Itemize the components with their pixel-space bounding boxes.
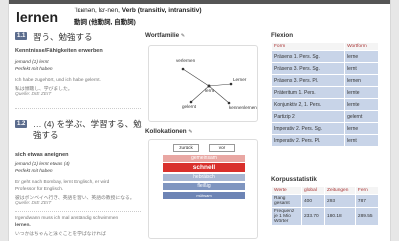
- stat-value: 787: [354, 194, 380, 208]
- wordform-cell: lernte: [344, 98, 379, 111]
- grammar-pattern: jemand (1) lernt etwas (4): [15, 162, 70, 167]
- wordform-cell: lernen: [344, 74, 379, 87]
- wordform-cell: lernt: [344, 62, 379, 75]
- column-header: Wortform: [344, 42, 379, 51]
- table-row: Präteritum 1. Pers. lernte: [270, 86, 379, 99]
- node-gelernt[interactable]: gelernt: [182, 104, 196, 109]
- grammar-perfect: Perfekt mit haben: [15, 67, 53, 72]
- table-row: Präsens 3. Pers. Sg. lernt: [270, 62, 379, 75]
- form-cell: Präsens 3. Pers. Sg.: [270, 62, 346, 75]
- back-button[interactable]: zurück: [173, 144, 199, 152]
- part-of-speech-jp: 動詞 (他動詞, 自動詞): [74, 19, 136, 26]
- collocation-bar[interactable]: gemeinsam: [163, 155, 245, 162]
- form-cell: Imperativ 2. Pers. Pl.: [270, 134, 346, 147]
- node-lernt[interactable]: lernt: [205, 88, 214, 93]
- table-row: Imperativ 2. Pers. Sg. lerne: [270, 122, 379, 135]
- corpus-statistics-table: Werte global Zeitungen Fern Rang gesamt …: [271, 186, 380, 226]
- form-cell: Konjunktiv 2, 1. Pers.: [270, 98, 346, 111]
- edit-icon[interactable]: ✎: [181, 33, 185, 39]
- example-source: Quelle: DIE ZEIT: [15, 201, 52, 206]
- table-row: Imperativ 2. Pers. Pl. lernt: [270, 134, 379, 147]
- wordform-cell: lernte: [344, 86, 379, 99]
- sense-definition: sich etwas aneignen: [15, 152, 69, 158]
- node-verlernen[interactable]: verlernen: [176, 58, 195, 63]
- table-row: Präsens 1. Pers. Sg. lerne: [270, 50, 379, 63]
- extra-example-de: Irgendwann muss ich mal anständig schwim…: [15, 216, 119, 221]
- wordform-cell: gelernt: [344, 110, 379, 123]
- table-row: Partizip 2 gelernt: [270, 110, 379, 123]
- edit-icon[interactable]: ✎: [188, 129, 192, 135]
- table-row: Frequenz je 1 Mio Wörter 233.70 180.18 2…: [271, 207, 380, 226]
- stat-label: Rang gesamt: [271, 194, 302, 208]
- extra-example-jp: いつかはちゃんと泳ぐことを学ばなければ: [15, 232, 106, 237]
- extra-example-de-2: lernen.: [15, 223, 31, 228]
- word-family-edges: [181, 67, 233, 105]
- example-jp: 彼はボンベイへ行き、英語を習い、英語の教授になる。: [15, 196, 135, 201]
- wortfamilie-title: Wortfamilie ✎: [145, 32, 185, 39]
- example-de-line1: Er geht nach Bombay, lernt Englisch, er …: [15, 180, 110, 185]
- collocation-bar[interactable]: hebräisch: [163, 174, 245, 181]
- example-source: Quelle: DIE ZEIT: [15, 92, 52, 97]
- collocation-widget: zurück vor gemeinsam schnell hebräisch f…: [148, 139, 258, 239]
- pronunciation: ˈlɛʁnən, lɛr-nen,: [74, 7, 120, 14]
- kollokationen-label: Kollokationen: [145, 128, 187, 135]
- sense-number: 1.1: [15, 32, 28, 40]
- table-row: Präsens 3. Pers. Pl. lernen: [270, 74, 379, 87]
- korpus-title: Korpusstatistik: [271, 176, 317, 183]
- wordform-cell: lernt: [344, 134, 379, 147]
- column-header: Form: [270, 42, 346, 51]
- forward-button[interactable]: vor: [209, 144, 235, 152]
- wordform-cell: lerne: [344, 50, 379, 63]
- grammar-pattern: jemand (1) lernt: [15, 60, 49, 65]
- table-row: Konjunktiv 2, 1. Pers. lernte: [270, 98, 379, 111]
- column-header: global: [300, 186, 326, 195]
- stat-value: 400: [300, 194, 326, 208]
- inflection-table: Form Wortform Präsens 1. Pers. Sg. lerne …: [270, 42, 379, 147]
- stat-value: 289.55: [354, 207, 380, 226]
- form-cell: Präsens 1. Pers. Sg.: [270, 50, 346, 63]
- form-cell: Präteritum 1. Pers.: [270, 86, 346, 99]
- example-de-line2: Professor für Englisch.: [15, 187, 64, 192]
- form-cell: Imperativ 2. Pers. Sg.: [270, 122, 346, 135]
- form-cell: Partizip 2: [270, 110, 346, 123]
- table-row: Rang gesamt 400 293 787: [271, 194, 380, 208]
- form-cell: Präsens 3. Pers. Pl.: [270, 74, 346, 87]
- senses-column: 1.1 習う、勉強する Kenntnisse/Fähigkeiten erwer…: [15, 32, 142, 241]
- stat-value: 233.70: [300, 207, 326, 226]
- sense-definition: Kenntnisse/Fähigkeiten erwerben: [15, 48, 103, 54]
- collocation-bar[interactable]: fleißig: [163, 183, 245, 190]
- collocation-bar[interactable]: mühsam: [163, 192, 245, 199]
- wortfamilie-label: Wortfamilie: [145, 32, 180, 39]
- part-of-speech: Verb (transitiv, intransitiv): [121, 7, 202, 14]
- example-jp: 私は傾聴し、学びました。: [15, 87, 73, 92]
- sense-1-2: 1.2 … (4) を学ぶ、学習する、勉強する sich etwas aneig…: [15, 119, 142, 241]
- sense-number: 1.2: [15, 120, 28, 128]
- kollokationen-title: Kollokationen ✎: [145, 128, 193, 135]
- word-family-graph[interactable]: verlernen lernt Lerner gelernt kennenler…: [148, 45, 258, 122]
- divider: [15, 108, 141, 109]
- collocation-bar-selected[interactable]: schnell: [163, 163, 245, 172]
- sense-1-1: 1.1 習う、勉強する Kenntnisse/Fähigkeiten erwer…: [15, 32, 141, 120]
- header-info: ˈlɛʁnən, lɛr-nen, Verb (transitiv, intra…: [74, 7, 202, 14]
- column-header: Fern: [354, 186, 380, 195]
- dictionary-page: lernen ˈlɛʁnən, lɛr-nen, Verb (transitiv…: [8, 0, 391, 241]
- column-header: Zeitungen: [324, 186, 356, 195]
- sense-title: … (4) を学ぶ、学習する、勉強する: [33, 119, 142, 140]
- node-lerner[interactable]: Lerner: [233, 77, 246, 82]
- column-header: Werte: [271, 186, 302, 195]
- wordform-cell: lerne: [344, 122, 379, 135]
- sense-title: 習う、勉強する: [33, 32, 93, 42]
- divider: [15, 211, 141, 212]
- example-de: Ich habe zugehört, und ich habe gelernt.: [15, 78, 101, 83]
- stat-value: 180.18: [324, 207, 356, 226]
- headword: lernen: [16, 9, 59, 25]
- stat-label: Frequenz je 1 Mio Wörter: [271, 207, 302, 226]
- entry-header: lernen ˈlɛʁnən, lɛr-nen, Verb (transitiv…: [9, 4, 390, 30]
- flexion-title: Flexion: [271, 32, 294, 39]
- stat-value: 293: [324, 194, 356, 208]
- grammar-perfect: Perfekt mit haben: [15, 169, 53, 174]
- node-kennenlernen[interactable]: kennenlernen: [229, 105, 257, 110]
